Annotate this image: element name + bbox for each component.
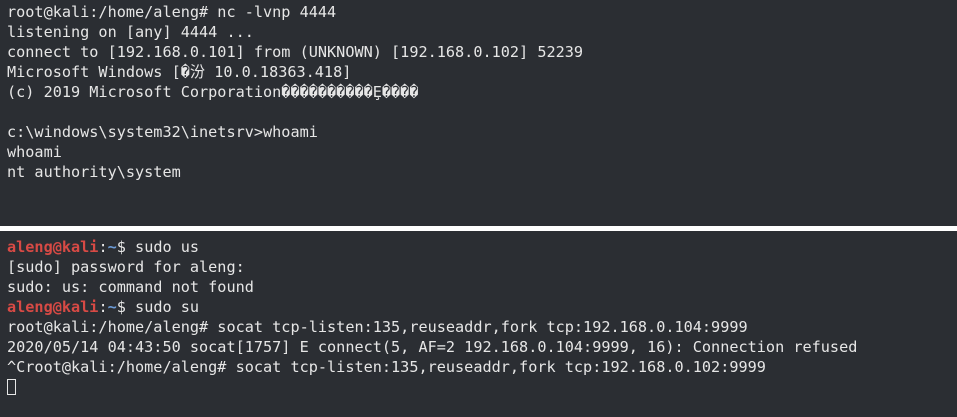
prompt-user: aleng@kali bbox=[7, 298, 99, 316]
prompt-separator: : bbox=[98, 298, 108, 316]
command-text: sudo us bbox=[135, 238, 200, 256]
prompt-separator: : bbox=[98, 238, 108, 256]
terminal-line: root@kali:/home/aleng# nc -lvnp 4444 bbox=[7, 3, 337, 21]
terminal-cursor-line[interactable] bbox=[7, 377, 957, 397]
prompt-directory: ~ bbox=[107, 298, 117, 316]
terminal-cursor[interactable] bbox=[7, 379, 16, 395]
terminal-line: Microsoft Windows [�汾 10.0.18363.418] bbox=[7, 63, 352, 81]
terminal-line: whoami bbox=[7, 143, 62, 161]
terminal-line: [sudo] password for aleng: bbox=[7, 258, 245, 276]
terminal-line: listening on [any] 4444 ... bbox=[7, 23, 254, 41]
socat-terminal[interactable]: aleng@kali:~$ sudo us [sudo] password fo… bbox=[0, 231, 957, 417]
terminal-prompt-line: aleng@kali:~$ sudo su bbox=[7, 297, 957, 317]
command-text: sudo su bbox=[135, 298, 200, 316]
terminal-line: connect to [192.168.0.101] from (UNKNOWN… bbox=[7, 43, 584, 61]
prompt-directory: ~ bbox=[107, 238, 117, 256]
terminal-prompt-line: aleng@kali:~$ sudo us bbox=[7, 237, 957, 257]
prompt-symbol: $ bbox=[116, 298, 136, 316]
terminal-line: root@kali:/home/aleng# socat tcp-listen:… bbox=[7, 318, 748, 336]
prompt-symbol: $ bbox=[116, 238, 136, 256]
netcat-listener-terminal[interactable]: root@kali:/home/aleng# nc -lvnp 4444 lis… bbox=[0, 0, 957, 226]
terminal-line: ^Croot@kali:/home/aleng# socat tcp-liste… bbox=[7, 358, 766, 376]
terminal-line: sudo: us: command not found bbox=[7, 278, 254, 296]
prompt-user: aleng@kali bbox=[7, 238, 99, 256]
terminal-line: nt authority\system bbox=[7, 163, 181, 181]
terminal-line: (c) 2019 Microsoft Corporation����������… bbox=[7, 83, 419, 101]
terminal-line: c:\windows\system32\inetsrv>whoami bbox=[7, 123, 318, 141]
terminal-line: 2020/05/14 04:43:50 socat[1757] E connec… bbox=[7, 338, 858, 356]
